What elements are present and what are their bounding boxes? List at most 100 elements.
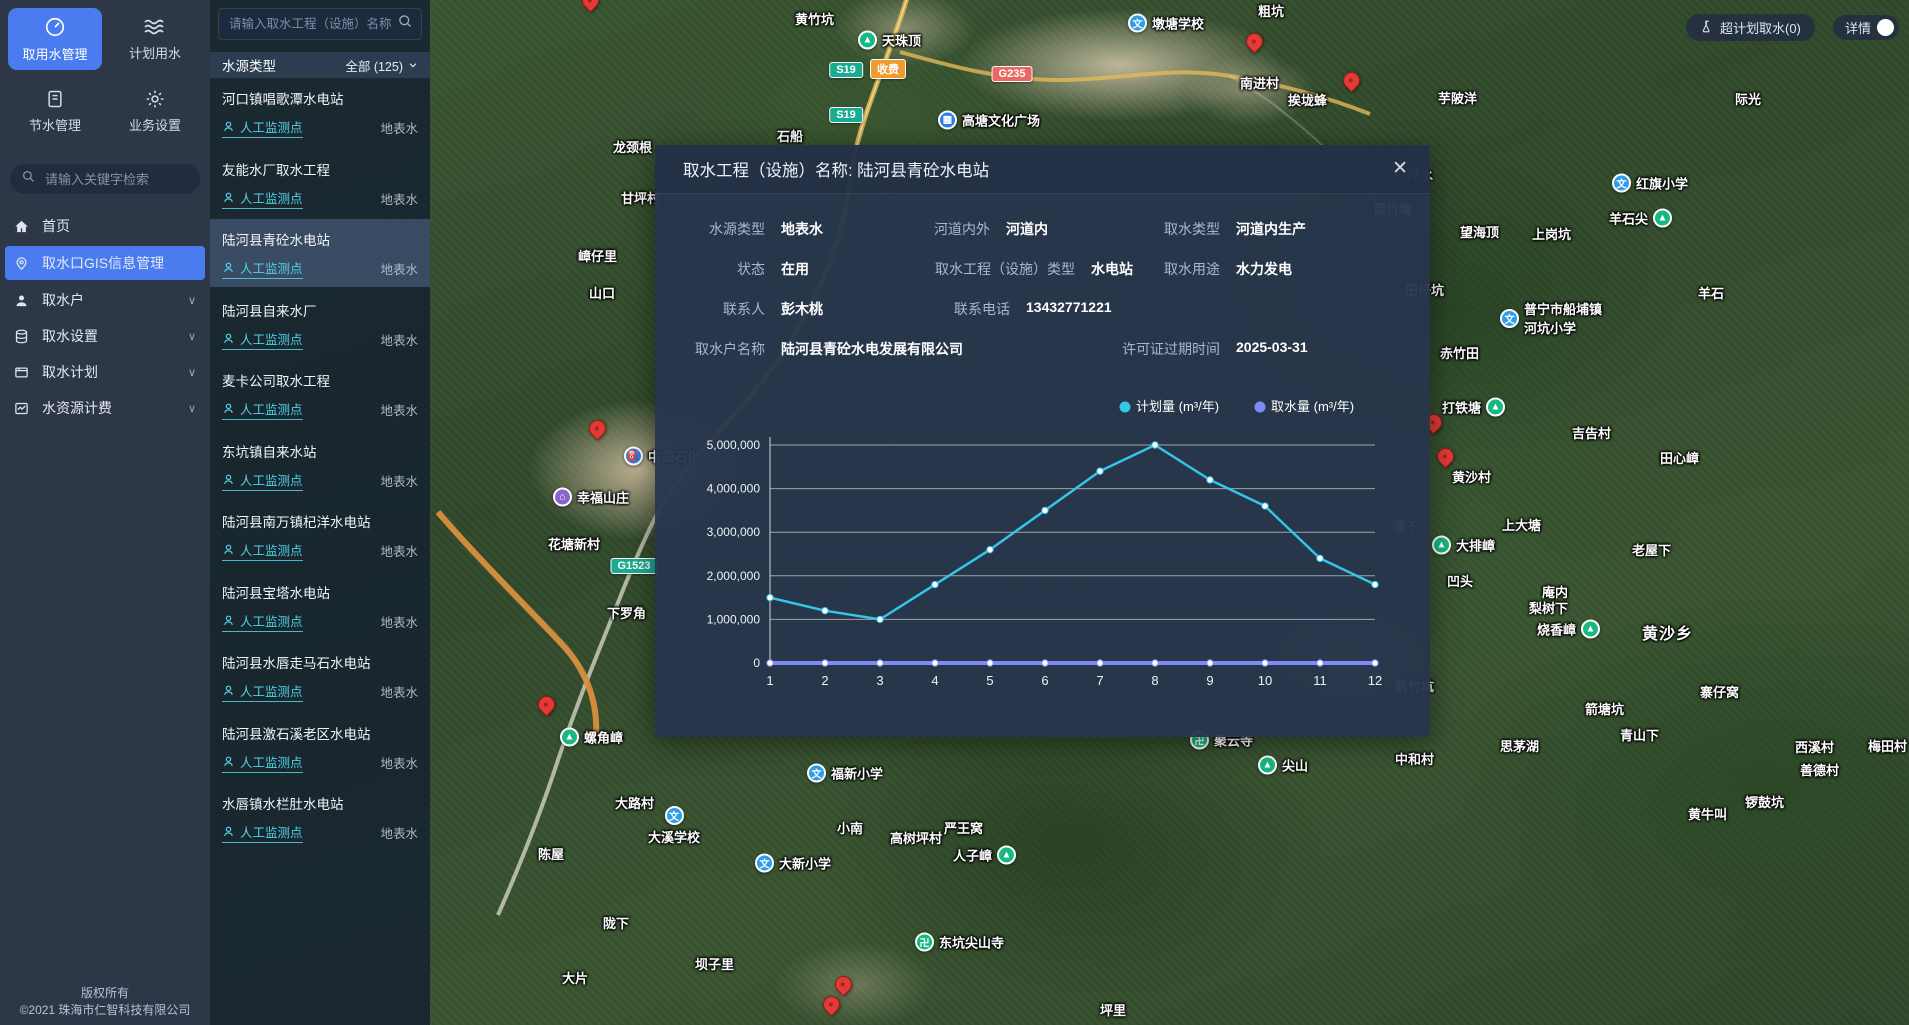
map-poi-label: 东坑尖山寺: [939, 933, 1004, 952]
water-source-filter[interactable]: 水源类型 全部 (125): [210, 52, 430, 78]
map-place-label: 下罗角: [607, 603, 646, 622]
intake-pin-icon[interactable]: [585, 416, 609, 440]
sidebar-item-db[interactable]: 取水设置∨: [0, 318, 210, 354]
map-poi-school[interactable]: 文福新小学: [807, 764, 883, 783]
list-item[interactable]: 陆河县水唇走马石水电站人工监测点地表水: [210, 642, 430, 710]
road-badge: 收费: [870, 59, 906, 79]
monitor-tag[interactable]: 人工监测点: [222, 117, 303, 138]
svg-text:2,000,000: 2,000,000: [707, 569, 761, 583]
map-poi-culture[interactable]: ▦高塘文化广场: [938, 111, 1040, 130]
list-item[interactable]: 麦卡公司取水工程人工监测点地表水: [210, 360, 430, 428]
map-poi-mountain[interactable]: ▲尖山: [1258, 756, 1308, 775]
menu-label: 取水计划: [42, 362, 98, 382]
list-item[interactable]: 陆河县青砼水电站人工监测点地表水: [210, 219, 430, 287]
map-place-label: 坝子里: [695, 954, 734, 973]
map-poi-school[interactable]: 文墩塘学校: [1128, 14, 1204, 33]
svg-text:0: 0: [753, 656, 760, 670]
map-poi-school[interactable]: 文普宁市船埔镇河坑小学: [1500, 299, 1602, 337]
map-place-label: 大路村: [615, 793, 654, 812]
map-place-label: 老屋下: [1632, 540, 1671, 559]
map-place-label: 坪里: [1100, 1000, 1126, 1019]
intake-pin-icon[interactable]: [1433, 444, 1457, 468]
person-icon: [222, 332, 235, 345]
map-poi-resort[interactable]: ⌂ 幸福山庄: [553, 488, 629, 507]
monitor-tag[interactable]: 人工监测点: [222, 822, 303, 843]
svg-text:1: 1: [766, 673, 773, 688]
map-place-label: 善德村: [1800, 760, 1839, 779]
water-type: 地表水: [380, 753, 418, 772]
module-tile-waves[interactable]: 计划用水: [108, 8, 202, 70]
list-item[interactable]: 陆河县南万镇杞洋水电站人工监测点地表水: [210, 501, 430, 569]
sidebar-item-pin[interactable]: 取水口GIS信息管理: [5, 246, 205, 280]
map-poi-temple[interactable]: 卍东坑尖山寺: [915, 933, 1004, 952]
list-item[interactable]: 友能水厂取水工程人工监测点地表水: [210, 149, 430, 217]
module-tile-gear[interactable]: 业务设置: [108, 80, 202, 142]
list-item[interactable]: 水唇镇水栏肚水电站人工监测点地表水: [210, 783, 430, 851]
module-label: 计划用水: [129, 43, 181, 62]
menu-label: 取水设置: [42, 326, 98, 346]
sidebar-item-bill[interactable]: 水资源计费∨: [0, 390, 210, 426]
monitor-tag[interactable]: 人工监测点: [222, 540, 303, 561]
list-item[interactable]: 陆河县激石溪老区水电站人工监测点地表水: [210, 713, 430, 781]
sidebar-search[interactable]: [10, 164, 200, 194]
station-search[interactable]: [218, 8, 422, 40]
list-item[interactable]: 陆河县宝塔水电站人工监测点地表水: [210, 572, 430, 640]
list-item[interactable]: 陆河县自来水厂人工监测点地表水: [210, 290, 430, 358]
svg-text:1,000,000: 1,000,000: [707, 612, 761, 626]
station-name: 东坑镇自来水站: [222, 441, 418, 461]
list-item[interactable]: 东坑镇自来水站人工监测点地表水: [210, 431, 430, 499]
map-poi-label: 幸福山庄: [577, 488, 629, 507]
intake-pin-icon[interactable]: [578, 0, 602, 13]
svg-text:9: 9: [1206, 673, 1213, 688]
field-status: 状态在用: [665, 259, 809, 279]
intake-pin-icon[interactable]: [831, 972, 855, 996]
station-name: 陆河县自来水厂: [222, 300, 418, 320]
map-poi-mountain[interactable]: ▲烧香嶂: [1537, 620, 1600, 639]
monitor-tag[interactable]: 人工监测点: [222, 470, 303, 491]
resort-icon: ⌂: [553, 488, 572, 507]
water-type: 地表水: [380, 400, 418, 419]
map-poi-school[interactable]: 文大溪学校: [648, 806, 700, 846]
list-item[interactable]: 河口镇唱歌潭水电站人工监测点地表水: [210, 78, 430, 146]
search-icon[interactable]: [398, 14, 413, 34]
menu-label: 取水户: [42, 290, 84, 310]
road-badge: G1523: [610, 558, 657, 574]
over-plan-intake-button[interactable]: 超计划取水(0): [1686, 14, 1815, 41]
map-poi-mountain[interactable]: ▲大排嶂: [1432, 536, 1495, 555]
intake-pin-icon[interactable]: [1339, 68, 1363, 92]
mountain-icon: ▲: [1258, 756, 1277, 775]
monitor-tag[interactable]: 人工监测点: [222, 752, 303, 773]
intake-pin-icon[interactable]: [819, 992, 843, 1016]
map-poi-mountain[interactable]: ▲天珠顶: [858, 31, 921, 50]
monitor-tag[interactable]: 人工监测点: [222, 258, 303, 279]
map-poi-mountain[interactable]: ▲羊石尖: [1609, 209, 1672, 228]
map-poi-school[interactable]: 文大新小学: [755, 854, 831, 873]
sidebar-item-plan[interactable]: 取水计划∨: [0, 354, 210, 390]
svg-text:5,000,000: 5,000,000: [707, 438, 761, 452]
map-poi-mountain[interactable]: ▲人子嶂: [953, 846, 1016, 865]
map-poi-school[interactable]: 文红旗小学: [1612, 174, 1688, 193]
monitor-tag[interactable]: 人工监测点: [222, 611, 303, 632]
monitor-tag[interactable]: 人工监测点: [222, 329, 303, 350]
water-type: 地表水: [380, 189, 418, 208]
sidebar-search-input[interactable]: [43, 171, 197, 188]
sidebar-item-user[interactable]: 取水户∨: [0, 282, 210, 318]
module-tile-meter[interactable]: 取用水管理: [8, 8, 102, 70]
mountain-icon: ▲: [1432, 536, 1451, 555]
sidebar-item-home[interactable]: 首页: [0, 208, 210, 244]
monitor-tag[interactable]: 人工监测点: [222, 681, 303, 702]
map-poi-mountain[interactable]: ▲螺角嶂: [560, 728, 623, 747]
close-icon[interactable]: ✕: [1392, 157, 1408, 180]
monitor-tag[interactable]: 人工监测点: [222, 399, 303, 420]
detail-toggle[interactable]: 详情: [1833, 15, 1899, 40]
temple-icon: 卍: [915, 933, 934, 952]
intake-pin-icon[interactable]: [1242, 29, 1266, 53]
module-tile-doc[interactable]: 节水管理: [8, 80, 102, 142]
map-place-label: 箭塘坑: [1585, 699, 1624, 718]
monitor-tag[interactable]: 人工监测点: [222, 188, 303, 209]
station-search-input[interactable]: [227, 16, 398, 32]
map-poi-mountain[interactable]: ▲打铁塘: [1442, 398, 1505, 417]
intake-pin-icon[interactable]: [534, 692, 558, 716]
map-poi-label: 福新小学: [831, 764, 883, 783]
toggle-knob[interactable]: [1877, 19, 1894, 36]
